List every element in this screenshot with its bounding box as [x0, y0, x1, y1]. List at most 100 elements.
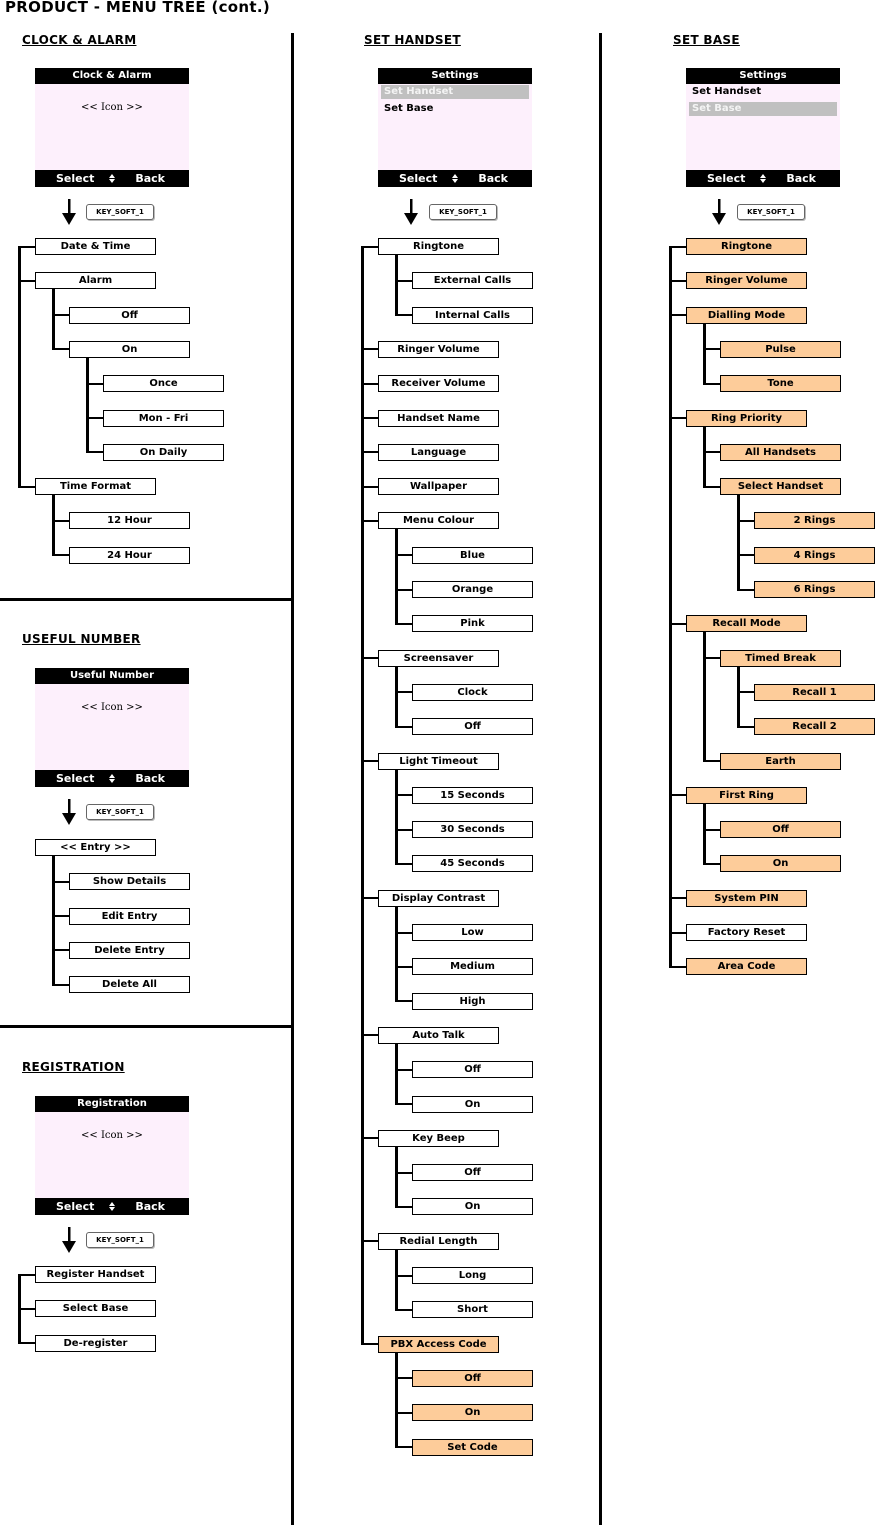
tree-connector-line — [737, 725, 754, 728]
screen-menu-item-set-handset[interactable]: Set Handset — [689, 85, 837, 99]
menu-item-screensaver[interactable]: Screensaver — [378, 649, 499, 667]
menu-item-delete-entry[interactable]: Delete Entry — [69, 941, 190, 959]
menu-item-on[interactable]: On — [720, 855, 841, 873]
menu-item-timed-break[interactable]: Timed Break — [720, 649, 841, 667]
menu-item-key-beep[interactable]: Key Beep — [378, 1129, 499, 1147]
menu-item-external-calls[interactable]: External Calls — [412, 272, 533, 290]
menu-item-select-handset[interactable]: Select Handset — [720, 478, 841, 496]
menu-item-30-seconds[interactable]: 30 Seconds — [412, 821, 533, 839]
screen-title: Settings — [686, 68, 840, 84]
menu-item-entry[interactable]: << Entry >> — [35, 839, 156, 856]
menu-item-mon-fri[interactable]: Mon - Fri — [103, 409, 224, 427]
softkey-back[interactable]: Back — [135, 770, 165, 787]
softkey-select[interactable]: Select — [707, 170, 745, 187]
menu-item-date-time[interactable]: Date & Time — [35, 238, 156, 255]
menu-item-pulse[interactable]: Pulse — [720, 340, 841, 358]
menu-item-low[interactable]: Low — [412, 924, 533, 941]
softkey-back[interactable]: Back — [135, 1198, 165, 1215]
tree-connector-line — [395, 588, 412, 591]
screen-menu-item-set-handset[interactable]: Set Handset — [381, 85, 529, 99]
menu-item-ringtone[interactable]: Ringtone — [378, 238, 499, 255]
menu-item-45-seconds[interactable]: 45 Seconds — [412, 855, 533, 873]
tree-connector-line — [737, 666, 740, 728]
menu-item-clock[interactable]: Clock — [412, 683, 533, 701]
menu-item-wallpaper[interactable]: Wallpaper — [378, 478, 499, 496]
menu-item-4-rings[interactable]: 4 Rings — [754, 546, 875, 564]
screen-menu-item-set-base[interactable]: Set Base — [689, 102, 837, 116]
menu-item-6-rings[interactable]: 6 Rings — [754, 581, 875, 598]
screen-icon-placeholder: << Icon >> — [81, 1130, 143, 1141]
menu-item-2-rings[interactable]: 2 Rings — [754, 512, 875, 530]
menu-item-redial-length[interactable]: Redial Length — [378, 1232, 499, 1250]
menu-item-ringer-volume[interactable]: Ringer Volume — [686, 272, 807, 290]
softkey-back[interactable]: Back — [478, 170, 508, 187]
menu-item-off[interactable]: Off — [720, 821, 841, 839]
menu-item-tone[interactable]: Tone — [720, 375, 841, 393]
menu-item-off[interactable]: Off — [69, 306, 190, 324]
menu-item-delete-all[interactable]: Delete All — [69, 976, 190, 994]
menu-item-high[interactable]: High — [412, 992, 533, 1010]
menu-item-on[interactable]: On — [412, 1095, 533, 1113]
menu-item-handset-name[interactable]: Handset Name — [378, 409, 499, 427]
menu-item-alarm[interactable]: Alarm — [35, 272, 156, 290]
screen-menu-item-set-base[interactable]: Set Base — [381, 102, 529, 116]
menu-item-orange[interactable]: Orange — [412, 581, 533, 598]
menu-item-edit-entry[interactable]: Edit Entry — [69, 907, 190, 925]
menu-item-recall-1[interactable]: Recall 1 — [754, 683, 875, 701]
softkey-select[interactable]: Select — [56, 1198, 94, 1215]
menu-item-dialling-mode[interactable]: Dialling Mode — [686, 306, 807, 324]
menu-item-off[interactable]: Off — [412, 1164, 533, 1182]
tree-connector-line — [703, 632, 706, 762]
menu-item-factory-reset[interactable]: Factory Reset — [686, 924, 807, 941]
softkey-select[interactable]: Select — [56, 770, 94, 787]
menu-item-medium[interactable]: Medium — [412, 958, 533, 976]
menu-item-show-details[interactable]: Show Details — [69, 873, 190, 891]
menu-item-12-hour[interactable]: 12 Hour — [69, 512, 190, 530]
softkey-select[interactable]: Select — [399, 170, 437, 187]
menu-item-menu-colour[interactable]: Menu Colour — [378, 512, 499, 530]
menu-item-area-code[interactable]: Area Code — [686, 958, 807, 976]
menu-item-blue[interactable]: Blue — [412, 546, 533, 564]
menu-item-off[interactable]: Off — [412, 718, 533, 736]
menu-item-ringtone[interactable]: Ringtone — [686, 238, 807, 255]
menu-item-pink[interactable]: Pink — [412, 615, 533, 633]
menu-item-internal-calls[interactable]: Internal Calls — [412, 306, 533, 324]
menu-item-recall-mode[interactable]: Recall Mode — [686, 615, 807, 633]
menu-item-off[interactable]: Off — [412, 1061, 533, 1079]
menu-item-light-timeout[interactable]: Light Timeout — [378, 752, 499, 770]
menu-item-ring-priority[interactable]: Ring Priority — [686, 409, 807, 427]
menu-item-on-daily[interactable]: On Daily — [103, 443, 224, 461]
menu-item-ringer-volume[interactable]: Ringer Volume — [378, 340, 499, 358]
menu-item-auto-talk[interactable]: Auto Talk — [378, 1026, 499, 1044]
menu-item-once[interactable]: Once — [103, 375, 224, 393]
softkey-back[interactable]: Back — [786, 170, 816, 187]
menu-item-all-handsets[interactable]: All Handsets — [720, 443, 841, 461]
menu-item-de-register[interactable]: De-register — [35, 1334, 156, 1352]
menu-item-recall-2[interactable]: Recall 2 — [754, 718, 875, 736]
menu-item-earth[interactable]: Earth — [720, 752, 841, 770]
softkey-select[interactable]: Select — [56, 170, 94, 187]
menu-item-receiver-volume[interactable]: Receiver Volume — [378, 375, 499, 393]
menu-item-register-handset[interactable]: Register Handset — [35, 1266, 156, 1283]
tree-connector-line — [52, 554, 69, 557]
menu-item-on[interactable]: On — [69, 340, 190, 358]
menu-item-time-format[interactable]: Time Format — [35, 478, 156, 496]
menu-item-language[interactable]: Language — [378, 443, 499, 461]
menu-item-display-contrast[interactable]: Display Contrast — [378, 889, 499, 907]
tree-connector-line — [18, 1307, 35, 1310]
menu-item-pbx-access-code[interactable]: PBX Access Code — [378, 1335, 499, 1353]
tree-connector-line — [669, 246, 672, 968]
menu-item-off[interactable]: Off — [412, 1369, 533, 1387]
screen-title: Settings — [378, 68, 532, 84]
menu-item-long[interactable]: Long — [412, 1267, 533, 1284]
menu-item-first-ring[interactable]: First Ring — [686, 786, 807, 804]
menu-item-on[interactable]: On — [412, 1198, 533, 1216]
menu-item-short[interactable]: Short — [412, 1301, 533, 1319]
menu-item-system-pin[interactable]: System PIN — [686, 889, 807, 907]
menu-item-set-code[interactable]: Set Code — [412, 1438, 533, 1456]
menu-item-on[interactable]: On — [412, 1404, 533, 1422]
menu-item-15-seconds[interactable]: 15 Seconds — [412, 786, 533, 804]
menu-item-24-hour[interactable]: 24 Hour — [69, 546, 190, 564]
softkey-back[interactable]: Back — [135, 170, 165, 187]
menu-item-select-base[interactable]: Select Base — [35, 1300, 156, 1318]
